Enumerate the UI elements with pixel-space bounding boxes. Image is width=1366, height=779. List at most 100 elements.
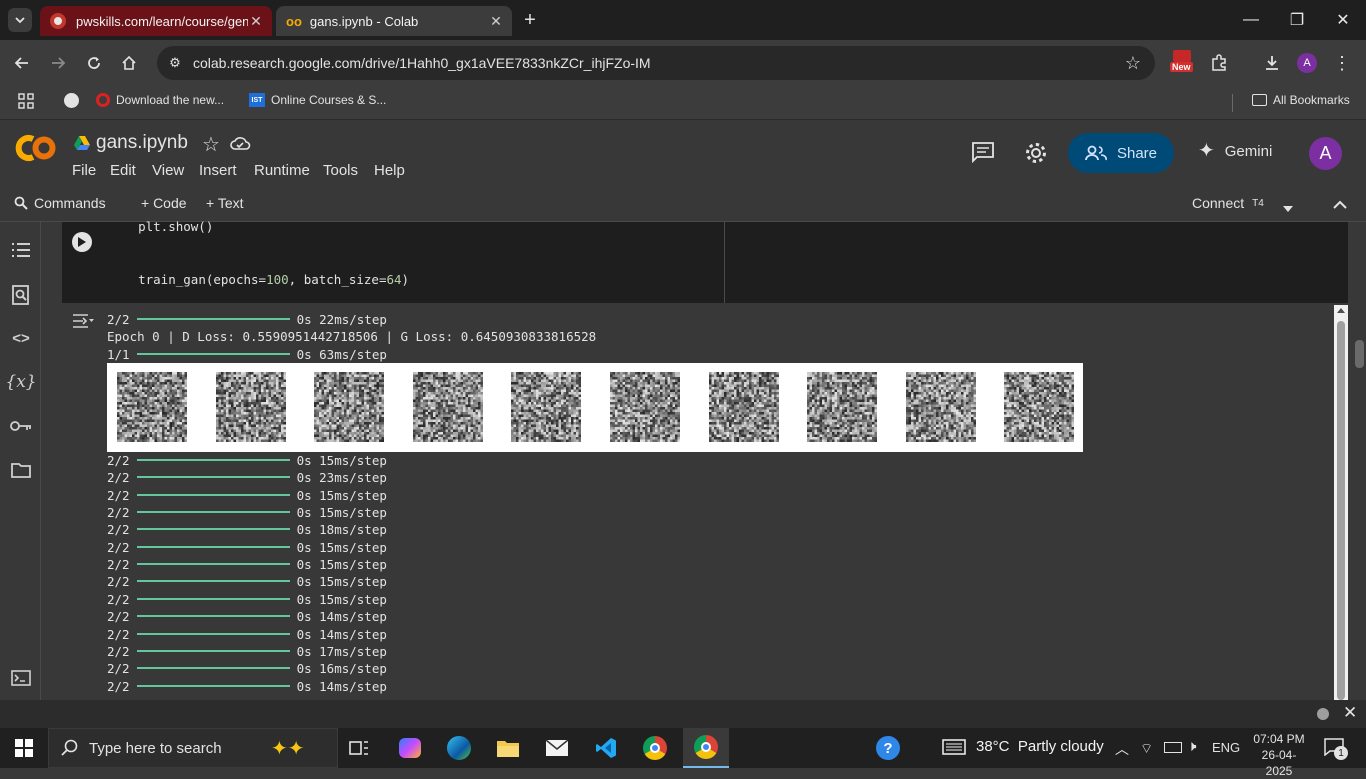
add-code-button[interactable]: + Code — [141, 195, 187, 211]
secrets-key-icon[interactable] — [8, 413, 34, 439]
taskbar-search-box[interactable]: Type here to search ✦✦ — [48, 728, 338, 768]
battery-icon[interactable] — [1164, 742, 1182, 753]
all-bookmarks-button[interactable]: All Bookmarks — [1252, 93, 1350, 107]
show-hidden-icons[interactable]: ︿ — [1115, 739, 1129, 759]
progress-line: 2/2 0s 18ms/step — [107, 521, 387, 538]
copilot-app[interactable] — [392, 734, 428, 762]
weather-widget[interactable]: 38°C Partly cloudy — [942, 738, 1104, 755]
collapse-header-button[interactable] — [1333, 197, 1347, 213]
task-view-button[interactable] — [341, 734, 377, 762]
tab-colab[interactable]: oo gans.ipynb - Colab ✕ — [276, 6, 512, 36]
share-button[interactable]: Share — [1068, 133, 1174, 173]
notification-center[interactable]: 1 — [1324, 738, 1348, 760]
help-app[interactable]: ? — [870, 734, 906, 762]
bookmark-online-courses[interactable]: IST Online Courses & S... — [249, 93, 386, 107]
file-explorer-app[interactable] — [490, 734, 526, 762]
bookmark-opera[interactable]: Download the new... — [96, 93, 224, 107]
account-avatar[interactable]: A — [1309, 137, 1342, 170]
menu-help[interactable]: Help — [374, 162, 405, 179]
runtime-type: T4 — [1252, 197, 1264, 209]
start-button[interactable] — [6, 734, 42, 762]
tab-search-button[interactable] — [8, 8, 32, 32]
menu-view[interactable]: View — [152, 162, 184, 179]
generated-image — [807, 372, 878, 442]
variables-icon[interactable]: {x} — [5, 369, 36, 395]
new-tab-button[interactable]: + — [518, 8, 542, 32]
notebook-title[interactable]: gans.ipynb — [96, 132, 188, 154]
site-info-icon[interactable]: ⚙ — [157, 55, 193, 71]
colab-logo[interactable] — [13, 133, 57, 163]
code-snippets-icon[interactable]: <> — [8, 325, 34, 351]
tab-pwskills[interactable]: pwskills.com/learn/course/gena ✕ — [40, 6, 272, 36]
runtime-dropdown[interactable] — [1282, 200, 1294, 216]
clock-date: 26-04-2025 — [1261, 748, 1297, 778]
menu-edit[interactable]: Edit — [110, 162, 136, 179]
menu-file[interactable]: File — [72, 162, 96, 179]
connect-button[interactable]: Connect T4 — [1192, 195, 1264, 211]
run-cell-button[interactable] — [72, 232, 92, 252]
browser-menu-button[interactable]: ⋮ — [1327, 48, 1357, 78]
progress-bar — [136, 632, 290, 635]
search-highlight-icon: ✦✦ — [271, 737, 305, 760]
scroll-up-arrow[interactable] — [1337, 308, 1345, 313]
play-icon — [78, 237, 86, 247]
chrome-app-active[interactable] — [683, 728, 729, 768]
progress-line: 2/2 0s 14ms/step — [107, 626, 387, 643]
close-tab-icon[interactable]: ✕ — [488, 13, 504, 30]
output-actions-icon[interactable] — [72, 313, 94, 334]
extensions-button[interactable] — [1204, 48, 1234, 78]
downloads-button[interactable] — [1257, 48, 1287, 78]
input-language[interactable]: ENG — [1212, 740, 1240, 755]
close-window-button[interactable]: ✕ — [1320, 0, 1366, 40]
forward-button[interactable] — [43, 48, 73, 78]
star-icon[interactable]: ☆ — [202, 132, 220, 157]
extension-new-icon[interactable]: New — [1170, 50, 1194, 76]
commands-button[interactable]: Commands — [14, 195, 106, 211]
volume-icon[interactable]: 🕨 — [1187, 738, 1196, 755]
progress-line: 2/2 0s 14ms/step — [107, 608, 387, 625]
reload-button[interactable] — [79, 48, 109, 78]
output-scrollbar[interactable] — [1334, 305, 1348, 700]
network-icon[interactable]: ⌔ — [1140, 740, 1153, 758]
edge-app[interactable] — [441, 734, 477, 762]
globe-bookmark[interactable] — [64, 93, 79, 108]
code-cell[interactable]: plt.show() train_gan(epochs=100, batch_s… — [62, 219, 1348, 303]
code-line-2: train_gan(epochs=100, batch_size=64) — [108, 257, 409, 302]
clock[interactable]: 07:04 PM 26-04-2025 — [1249, 731, 1309, 779]
apps-button[interactable] — [18, 93, 34, 109]
settings-button[interactable] — [1024, 141, 1048, 170]
minimize-button[interactable]: — — [1228, 0, 1274, 40]
windows-taskbar: Type here to search ✦✦ ? 38°C Partly clo… — [0, 728, 1366, 778]
bookmark-star-icon[interactable]: ☆ — [1125, 53, 1141, 74]
copilot-icon — [399, 738, 421, 758]
step-time: 0s 18ms/step — [296, 522, 387, 538]
connect-label: Connect — [1192, 195, 1245, 211]
chrome-app[interactable] — [637, 734, 673, 762]
vscode-icon — [596, 738, 616, 758]
pwskills-favicon-icon — [50, 13, 66, 29]
menu-runtime[interactable]: Runtime — [254, 162, 310, 179]
menu-tools[interactable]: Tools — [323, 162, 358, 179]
restore-button[interactable]: ❐ — [1274, 0, 1320, 40]
address-bar[interactable]: ⚙ colab.research.google.com/drive/1Hahh0… — [157, 46, 1155, 80]
mail-app[interactable] — [539, 734, 575, 762]
close-panel-icon[interactable]: ✕ — [1343, 703, 1357, 723]
colab-header: gans.ipynb ☆ File Edit View Insert Runti… — [0, 120, 1366, 186]
find-replace-icon[interactable] — [8, 282, 34, 308]
back-button[interactable] — [7, 48, 37, 78]
add-text-button[interactable]: + Text — [206, 195, 244, 211]
terminal-icon[interactable] — [8, 665, 34, 691]
comments-button[interactable] — [971, 141, 995, 168]
home-button[interactable] — [114, 48, 144, 78]
files-folder-icon[interactable] — [8, 457, 34, 483]
gemini-button[interactable]: ✦ Gemini — [1198, 141, 1272, 161]
table-of-contents-icon[interactable] — [8, 237, 34, 263]
step-count: 2/2 — [107, 557, 130, 573]
scrollbar-thumb[interactable] — [1337, 321, 1345, 700]
close-tab-icon[interactable]: ✕ — [248, 13, 264, 30]
vscode-app[interactable] — [588, 734, 624, 762]
notebook-scrollbar-thumb[interactable] — [1355, 340, 1364, 368]
menu-insert[interactable]: Insert — [199, 162, 237, 179]
progress-line: 2/2 0s 15ms/step — [107, 487, 387, 504]
profile-avatar[interactable]: A — [1297, 53, 1317, 73]
